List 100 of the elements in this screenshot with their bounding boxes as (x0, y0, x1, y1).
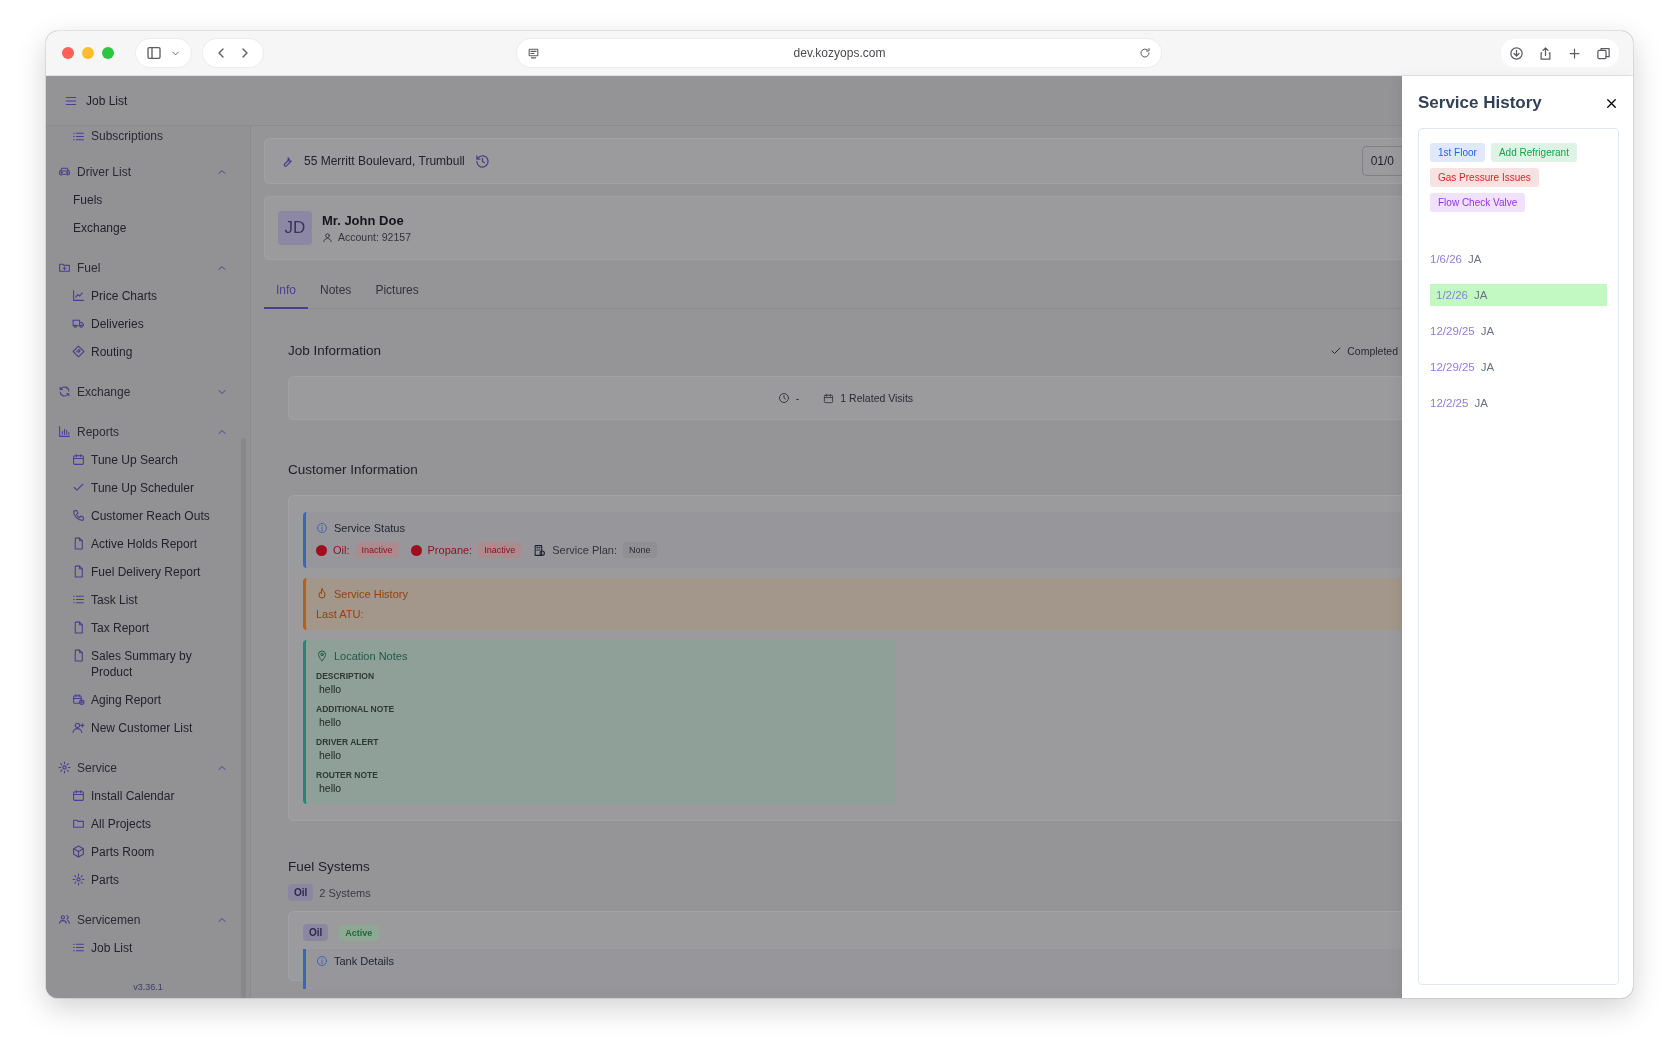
account-number: Account: 92157 (338, 231, 411, 243)
sidebar-item[interactable]: Parts (46, 866, 250, 894)
check-icon (72, 481, 85, 494)
building-icon (533, 543, 547, 557)
tag: Add Refrigerant (1490, 143, 1577, 162)
sidebar-item[interactable]: Tax Report (46, 614, 250, 642)
address-bar[interactable]: dev.kozyops.com (517, 39, 1161, 67)
sidebar-group[interactable]: Service (46, 753, 250, 782)
share-icon[interactable] (1538, 45, 1553, 61)
tabs-overview-icon[interactable] (1596, 45, 1611, 61)
info-icon (316, 955, 328, 967)
sidebar-item[interactable]: Aging Report (46, 686, 250, 714)
document-icon (72, 537, 85, 550)
bar-chart-icon (58, 425, 71, 438)
tag: 1st Floor (1430, 143, 1485, 162)
people-icon (58, 913, 71, 926)
new-tab-icon[interactable] (1567, 45, 1582, 61)
sidebar-item[interactable]: Deliveries (46, 310, 250, 338)
info-icon (316, 522, 328, 534)
panel-title: Service History (1418, 93, 1542, 113)
calendar-icon (72, 453, 85, 466)
sidebar-item[interactable]: Sales Summary by Product (46, 642, 250, 686)
sidebar-item[interactable]: Exchange (46, 214, 250, 242)
status-badge: Active (338, 924, 380, 941)
panel-title: Service Status (334, 522, 405, 534)
zoom-window-button[interactable] (102, 47, 114, 59)
field-value: hello (319, 749, 343, 761)
history-icon[interactable] (474, 153, 490, 169)
download-icon[interactable] (1509, 45, 1524, 61)
sidebar-group[interactable]: Driver List (46, 157, 250, 186)
sidebar-group[interactable]: Exchange (46, 377, 250, 406)
history-entry[interactable]: 12/29/25 JA (1430, 320, 1607, 342)
panel-title: Service History (334, 588, 408, 600)
field-value: hello (319, 683, 343, 695)
sidebar-item[interactable]: Task List (46, 586, 250, 614)
section-heading: Job Information (288, 343, 382, 358)
phone-icon (72, 509, 85, 522)
status-dot (316, 544, 327, 556)
sidebar-toggle-icon[interactable] (146, 45, 162, 61)
plan-label: Service Plan: (552, 544, 618, 556)
tab[interactable]: Pictures (363, 272, 431, 309)
truck-icon (72, 317, 85, 330)
sidebar-item[interactable]: Install Calendar (46, 782, 250, 810)
sidebar-item[interactable]: Active Holds Report (46, 530, 250, 558)
status-badge: Inactive (355, 542, 399, 558)
history-entry[interactable]: 12/29/25 JA (1430, 356, 1607, 378)
section-heading: Customer Information (288, 462, 419, 477)
section-heading: Fuel Systems (288, 859, 371, 874)
status-text: Completed (1347, 344, 1398, 357)
fuel-type-badge: Oil (303, 924, 329, 941)
tab[interactable]: Info (264, 272, 308, 309)
sidebar-item[interactable]: Price Charts (46, 282, 250, 310)
sidebar-item[interactable]: Tune Up Scheduler (46, 474, 250, 502)
history-entry[interactable]: 12/2/25 JA (1430, 392, 1607, 414)
refresh-icon (58, 385, 71, 398)
sidebar-item[interactable]: New Customer List (46, 714, 250, 742)
user-icon (322, 231, 333, 243)
fuel-filter-chip[interactable]: Oil (288, 884, 314, 901)
location-pin-icon (316, 650, 328, 662)
box-icon (72, 845, 85, 858)
sidebar-item[interactable]: Customer Reach Outs (46, 502, 250, 530)
panel-title: Location Notes (334, 650, 408, 662)
field-value: hello (319, 716, 343, 728)
sidebar-item[interactable]: Subscriptions (46, 126, 250, 146)
history-entry[interactable]: 1/6/26 JA (1430, 248, 1607, 270)
sidebar-item[interactable]: All Projects (46, 810, 250, 838)
sidebar-item[interactable]: Parts Room (46, 838, 250, 866)
address-text: 55 Merritt Boulevard, Trumbull (304, 154, 465, 168)
sidebar-group[interactable]: Servicemen (46, 905, 250, 934)
sidebar-item[interactable]: Job List (46, 934, 250, 962)
page-title: Job List (86, 93, 128, 108)
sidebar-item[interactable]: Routing (46, 338, 250, 366)
panel-title: Tank Details (334, 955, 394, 967)
field-value: hello (319, 782, 343, 794)
history-entry[interactable]: 1/2/26 JA (1430, 284, 1607, 306)
avatar: JD (278, 211, 312, 245)
list-icon (72, 593, 85, 606)
fuel-label: Oil: (333, 544, 350, 556)
sidebar-item[interactable]: Fuels (46, 186, 250, 214)
close-window-button[interactable] (62, 47, 74, 59)
tab[interactable]: Notes (308, 272, 364, 309)
version-label: v3.36.1 (132, 981, 164, 994)
minimize-window-button[interactable] (82, 47, 94, 59)
line-chart-icon (72, 289, 85, 302)
sidebar-group[interactable]: Fuel (46, 253, 250, 282)
reload-icon[interactable] (1139, 47, 1151, 59)
status-dot (410, 544, 422, 556)
document-icon (72, 621, 85, 634)
clock-icon (777, 392, 790, 404)
page-icon (527, 46, 540, 60)
related-visits-text: 1 Related Visits (840, 392, 914, 404)
system-count: 2 Systems (319, 886, 371, 899)
sidebar-item[interactable]: Fuel Delivery Report (46, 558, 250, 586)
document-icon (72, 649, 85, 662)
calendar-icon (72, 693, 85, 706)
customer-name: Mr. John Doe (322, 213, 405, 228)
tag: Flow Check Valve (1430, 193, 1526, 212)
list-icon (72, 941, 85, 954)
sidebar-group[interactable]: Reports (46, 417, 250, 446)
sidebar-item[interactable]: Tune Up Search (46, 446, 250, 474)
